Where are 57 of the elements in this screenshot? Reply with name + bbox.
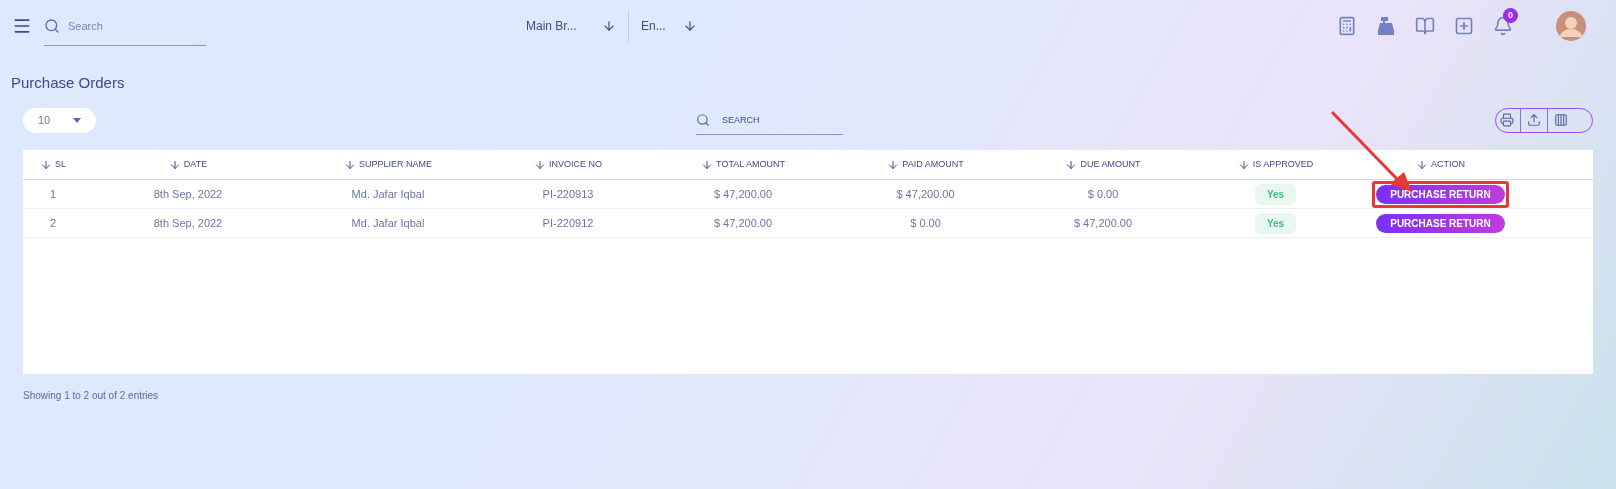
sort-arrow-icon[interactable] [701,158,714,171]
book-icon[interactable] [1415,16,1435,36]
table-cell-text: Md. Jafar Iqbal [351,186,425,202]
table-cell-text: $ 0.00 [910,215,941,231]
sort-arrow-icon[interactable] [344,158,356,171]
search-icon [44,17,60,34]
table-cell-text: $ 0.00 [1087,186,1119,202]
calculator-icon[interactable] [1337,16,1357,36]
sort-arrow-icon[interactable] [40,158,52,171]
upload-icon[interactable] [1527,113,1541,127]
avatar[interactable] [1556,11,1586,41]
table-cell-text: PI-220913 [542,186,594,202]
column-header[interactable]: ACTION [1431,157,1465,172]
notification-badge: 0 [1503,8,1518,23]
sort-arrow-icon[interactable] [168,158,181,171]
printer-icon[interactable] [1500,113,1514,127]
entries-summary: Showing 1 to 2 out of 2 entries [23,389,159,403]
sort-arrow-icon[interactable] [887,158,900,171]
sort-arrow-icon[interactable] [1237,158,1250,171]
branch-select[interactable]: Main Br... [526,17,594,35]
search-field[interactable]: Search [68,10,198,41]
column-header[interactable]: SL [55,157,66,172]
table-cell-text: 8th Sep, 2022 [153,186,223,202]
table-cell-text: 2 [49,215,57,231]
plus-square-icon[interactable] [1454,16,1474,36]
page-title: Purchase Orders [11,73,125,93]
columns-icon[interactable] [1554,113,1568,127]
page-size-select[interactable]: 10 [23,107,96,133]
table-cell-text: $ 47,200.00 [1073,215,1133,231]
table-cell-text: $ 47,200.00 [713,215,773,231]
purchase-return-button[interactable]: PURCHASE RETURN [1376,213,1505,233]
column-header[interactable]: TOTAL AMOUNT [716,157,785,172]
approved-badge: Yes [1254,183,1297,205]
search-icon [696,112,710,127]
column-header[interactable]: INVOICE NO [549,157,602,172]
table-cell-text: $ 47,200.00 [896,186,955,202]
sort-arrow-icon[interactable] [534,158,546,171]
table-cell-text: $ 47,200.00 [713,186,773,202]
caret-icon [73,117,81,123]
column-header[interactable]: DUE AMOUNT [1080,157,1141,172]
cash-register-icon[interactable] [1376,16,1396,36]
sort-arrow-icon[interactable] [1416,158,1428,171]
table-cell-text: Md. Jafar Iqbal [351,215,425,231]
purchase-return-button[interactable]: PURCHASE RETURN [1376,184,1505,204]
bell-icon[interactable] [1493,16,1513,36]
menu-icon[interactable] [12,16,32,36]
column-header[interactable]: DATE [183,157,208,172]
column-header[interactable]: SUPPLIER NAME [359,157,432,172]
column-header[interactable]: IS APPROVED [1252,157,1314,172]
table-search-field[interactable]: SEARCH [722,107,837,132]
table-cell-text: 1 [49,186,57,202]
language-select[interactable]: En... [641,17,675,35]
table-cell-text: PI-220912 [542,215,594,231]
approved-badge: Yes [1254,212,1297,234]
table-cell-text: 8th Sep, 2022 [153,215,223,231]
sort-arrow-icon[interactable] [1065,158,1078,171]
column-header[interactable]: PAID AMOUNT [902,157,964,172]
